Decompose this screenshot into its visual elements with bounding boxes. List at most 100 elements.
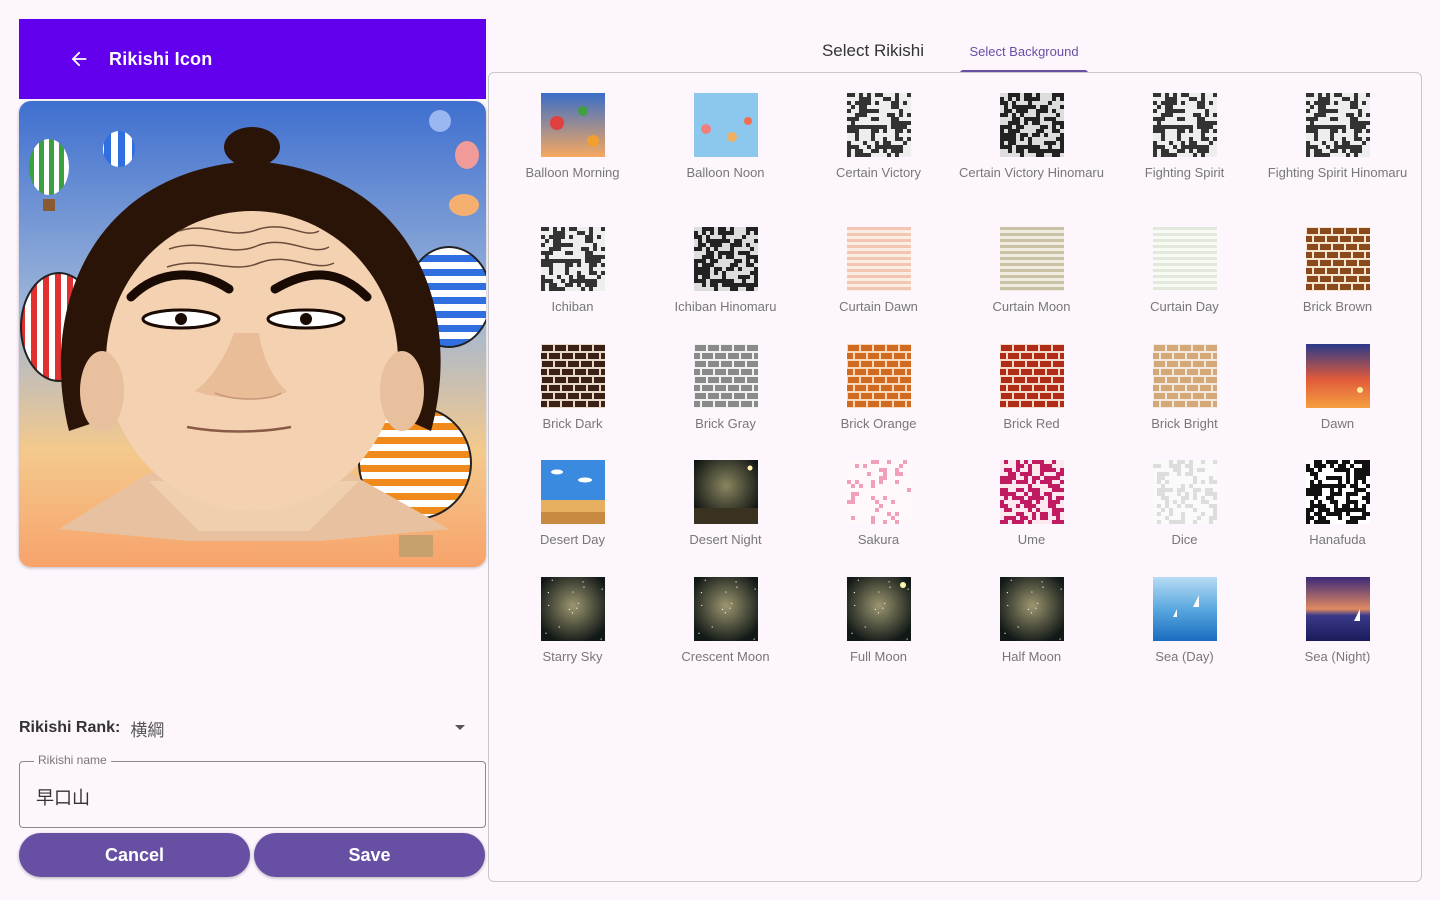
background-thumbnail[interactable] xyxy=(846,577,911,641)
background-label: Desert Night xyxy=(689,532,762,547)
background-thumbnail[interactable] xyxy=(1152,227,1217,291)
background-label: Balloon Noon xyxy=(686,165,765,180)
rikishi-face-image xyxy=(19,101,486,567)
background-thumbnail[interactable] xyxy=(540,93,605,157)
rikishi-name-input[interactable] xyxy=(36,782,466,812)
background-label: Dawn xyxy=(1320,416,1355,431)
background-option[interactable]: Fighting Spirit Hinomaru xyxy=(1261,93,1414,227)
background-thumbnail[interactable] xyxy=(1305,344,1370,408)
app-bar: Rikishi Icon xyxy=(19,19,486,99)
background-option[interactable]: Brick Bright xyxy=(1108,344,1261,460)
background-option[interactable]: Ume xyxy=(955,460,1108,577)
background-thumbnail[interactable] xyxy=(1152,577,1217,641)
background-option[interactable]: Brick Gray xyxy=(649,344,802,460)
background-option[interactable]: Half Moon xyxy=(955,577,1108,694)
background-thumbnail[interactable] xyxy=(846,460,911,524)
background-option[interactable]: Brick Dark xyxy=(496,344,649,460)
background-option[interactable]: Desert Day xyxy=(496,460,649,577)
background-label: Balloon Morning xyxy=(525,165,620,180)
background-panel: Balloon Morning Balloon Noon Certain Victo… xyxy=(488,72,1422,882)
background-label: Full Moon xyxy=(849,649,908,664)
background-label: Brick Orange xyxy=(840,416,917,431)
background-thumbnail[interactable] xyxy=(693,344,758,408)
arrow-left-icon[interactable] xyxy=(65,45,93,73)
save-button[interactable]: Save xyxy=(254,833,485,877)
background-option[interactable]: Certain Victory Hinomaru xyxy=(955,93,1108,227)
background-thumbnail[interactable] xyxy=(693,227,758,291)
background-label: Ichiban xyxy=(551,299,594,314)
background-label: Curtain Day xyxy=(1150,299,1219,314)
background-option[interactable]: Ichiban xyxy=(496,227,649,344)
background-label: Dice xyxy=(1171,532,1198,547)
background-thumbnail[interactable] xyxy=(1305,577,1370,641)
background-option[interactable]: Sea (Night) xyxy=(1261,577,1414,694)
background-label: Crescent Moon xyxy=(681,649,770,664)
background-option[interactable]: Brick Brown xyxy=(1261,227,1414,344)
background-option[interactable]: Brick Orange xyxy=(802,344,955,460)
background-option[interactable]: Fighting Spirit xyxy=(1108,93,1261,227)
background-thumbnail[interactable] xyxy=(1305,93,1370,157)
background-thumbnail[interactable] xyxy=(1305,460,1370,524)
background-label: Sea (Night) xyxy=(1304,649,1371,664)
background-label: Sakura xyxy=(857,532,900,547)
background-thumbnail[interactable] xyxy=(999,577,1064,641)
background-option[interactable]: Curtain Moon xyxy=(955,227,1108,344)
background-thumbnail[interactable] xyxy=(540,460,605,524)
background-label: Starry Sky xyxy=(542,649,603,664)
background-label: Ichiban Hinomaru xyxy=(674,299,777,314)
background-thumbnail[interactable] xyxy=(846,93,911,157)
rank-selector[interactable]: Rikishi Rank: 横綱 xyxy=(19,712,486,744)
background-thumbnail[interactable] xyxy=(540,344,605,408)
cancel-button[interactable]: Cancel xyxy=(19,833,250,877)
background-label: Hanafuda xyxy=(1309,532,1366,547)
background-thumbnail[interactable] xyxy=(999,93,1064,157)
rank-value[interactable]: 横綱 xyxy=(130,716,448,741)
background-thumbnail[interactable] xyxy=(1152,460,1217,524)
background-thumbnail[interactable] xyxy=(540,577,605,641)
background-option[interactable]: Brick Red xyxy=(955,344,1108,460)
background-thumbnail[interactable] xyxy=(846,227,911,291)
rikishi-name-legend: Rikishi name xyxy=(34,753,111,767)
background-option[interactable]: Balloon Morning xyxy=(496,93,649,227)
background-label: Fighting Spirit xyxy=(1144,165,1225,180)
background-thumbnail[interactable] xyxy=(999,460,1064,524)
background-thumbnail[interactable] xyxy=(540,227,605,291)
background-option[interactable]: Curtain Day xyxy=(1108,227,1261,344)
background-option[interactable]: Full Moon xyxy=(802,577,955,694)
background-option[interactable]: Ichiban Hinomaru xyxy=(649,227,802,344)
background-label: Half Moon xyxy=(1001,649,1062,664)
background-option[interactable]: Hanafuda xyxy=(1261,460,1414,577)
dropdown-arrow-icon[interactable] xyxy=(448,716,472,740)
background-option[interactable]: Dawn xyxy=(1261,344,1414,460)
background-thumbnail[interactable] xyxy=(1152,93,1217,157)
background-label: Brick Brown xyxy=(1302,299,1373,314)
background-label: Desert Day xyxy=(539,532,606,547)
background-option[interactable]: Desert Night xyxy=(649,460,802,577)
background-label: Fighting Spirit Hinomaru xyxy=(1267,165,1408,180)
background-label: Ume xyxy=(1017,532,1046,547)
background-option[interactable]: Curtain Dawn xyxy=(802,227,955,344)
tab-select-background[interactable]: Select Background xyxy=(954,28,1094,74)
background-thumbnail[interactable] xyxy=(1305,227,1370,291)
background-option[interactable]: Certain Victory xyxy=(802,93,955,227)
background-option[interactable]: Sakura xyxy=(802,460,955,577)
background-option[interactable]: Dice xyxy=(1108,460,1261,577)
background-label: Curtain Dawn xyxy=(839,299,918,314)
background-option[interactable]: Starry Sky xyxy=(496,577,649,694)
background-thumbnail[interactable] xyxy=(693,577,758,641)
background-label: Brick Bright xyxy=(1151,416,1218,431)
background-thumbnail[interactable] xyxy=(999,227,1064,291)
background-thumbnail[interactable] xyxy=(999,344,1064,408)
tab-select-rikishi[interactable]: Select Rikishi xyxy=(806,28,940,74)
background-option[interactable]: Balloon Noon xyxy=(649,93,802,227)
background-thumbnail[interactable] xyxy=(693,460,758,524)
background-option[interactable]: Crescent Moon xyxy=(649,577,802,694)
background-thumbnail[interactable] xyxy=(1152,344,1217,408)
background-thumbnail[interactable] xyxy=(693,93,758,157)
rikishi-name-field[interactable]: Rikishi name xyxy=(19,753,486,828)
background-label: Curtain Moon xyxy=(992,299,1071,314)
background-label: Certain Victory xyxy=(835,165,921,180)
background-option[interactable]: Sea (Day) xyxy=(1108,577,1261,694)
background-thumbnail[interactable] xyxy=(846,344,911,408)
rikishi-preview xyxy=(19,101,486,567)
